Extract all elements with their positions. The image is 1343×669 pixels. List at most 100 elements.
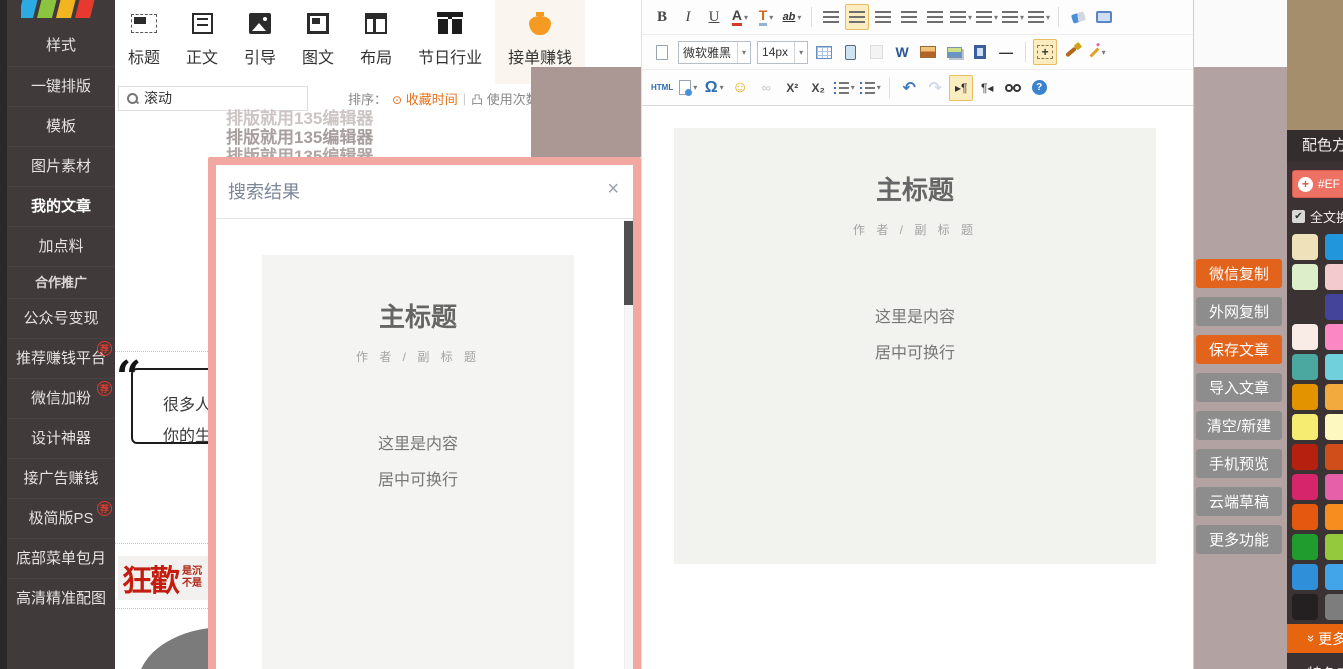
tab-layout[interactable]: 布局 (347, 0, 405, 85)
html-source-button[interactable]: HTML (650, 75, 674, 101)
unordered-list-button[interactable]: ▾ (858, 75, 882, 101)
color-swatch[interactable] (1325, 354, 1343, 380)
color-swatch[interactable] (1325, 264, 1343, 290)
scrollbar-thumb[interactable] (624, 221, 633, 305)
word-import-button[interactable]: W (890, 39, 914, 65)
sidebar-item-extras[interactable]: 加点料 (7, 226, 115, 266)
superscript-button[interactable]: X² (780, 75, 804, 101)
color-swatch[interactable] (1325, 564, 1343, 590)
color-swatch[interactable] (1292, 384, 1318, 410)
modal-scrollbar[interactable] (624, 220, 633, 669)
tab-title[interactable]: 标题 (115, 0, 173, 85)
page-properties-button[interactable]: ▾ (676, 75, 700, 101)
sidebar-item-mini-ps[interactable]: 极简版PS荐 (7, 498, 115, 538)
sidebar-item-partner-promo[interactable]: 合作推广 (7, 266, 115, 298)
sidebar-item-account-monetize[interactable]: 公众号变现 (7, 298, 115, 338)
color-swatch[interactable] (1292, 234, 1318, 260)
sidebar-item-design-tools[interactable]: 设计神器 (7, 418, 115, 458)
tab-guide[interactable]: 引导 (231, 0, 289, 85)
wechat-copy-button[interactable]: 微信复制 (1196, 259, 1282, 288)
sidebar-item-bottom-menu-monthly[interactable]: 底部菜单包月 (7, 538, 115, 578)
underline-button[interactable]: U (702, 4, 726, 30)
align-justify-button[interactable] (897, 4, 921, 30)
font-size-select[interactable]: 14px▾ (757, 41, 808, 64)
format-brush-button[interactable] (1059, 39, 1083, 65)
color-swatch[interactable] (1325, 414, 1343, 440)
text-bg-color-button[interactable]: T▾ (754, 4, 778, 30)
editor-style-card[interactable]: 主标题 作 者 / 副 标 题 这里是内容 居中可换行 (674, 128, 1156, 564)
mobile-preview-button[interactable]: 手机预览 (1196, 449, 1282, 478)
app-logo[interactable] (21, 0, 107, 20)
more-colors-button[interactable]: » 更多 (1287, 624, 1343, 653)
bold-button[interactable]: B (650, 4, 674, 30)
line-spacing-button[interactable]: ▾ (1001, 4, 1025, 30)
color-swatch[interactable] (1292, 414, 1318, 440)
insert-section-button[interactable]: + (1033, 39, 1057, 65)
save-article-button[interactable]: 保存文章 (1196, 335, 1282, 364)
horizontal-rule-button[interactable]: — (994, 39, 1018, 65)
color-swatch[interactable] (1292, 354, 1318, 380)
paste-word-button[interactable] (864, 39, 888, 65)
color-swatch[interactable] (1292, 594, 1318, 620)
more-functions-button[interactable]: 更多功能 (1196, 525, 1282, 554)
sidebar-item-hd-images[interactable]: 高清精准配图 (7, 578, 115, 618)
subscript-button[interactable]: X₂ (806, 75, 830, 101)
color-swatch[interactable] (1325, 294, 1343, 320)
tab-body[interactable]: 正文 (173, 0, 231, 85)
insert-link-button[interactable]: ∞ (754, 75, 778, 101)
sidebar-item-one-click-layout[interactable]: 一键排版 (7, 66, 115, 106)
sidebar-item-styles[interactable]: 样式 (7, 26, 115, 66)
ordered-list-button[interactable]: ▾ (832, 75, 856, 101)
color-swatch[interactable] (1325, 474, 1343, 500)
emoticon-button[interactable]: ☺ (728, 75, 752, 101)
color-swatch[interactable] (1325, 444, 1343, 470)
line-height-button[interactable]: ▾ (975, 4, 999, 30)
help-button[interactable]: ? (1027, 75, 1051, 101)
highlight-pen-button[interactable]: ab▾ (780, 4, 804, 30)
color-swatch[interactable] (1292, 264, 1318, 290)
fullscreen-button[interactable] (1092, 4, 1116, 30)
tab-festival[interactable]: 节日行业 (405, 0, 495, 85)
sort-by-favorite-time[interactable]: ⊙ 收藏时间 (392, 89, 458, 108)
checkbox-checked-icon[interactable]: ✔ (1292, 210, 1305, 223)
letter-spacing-button[interactable]: ▾ (1027, 4, 1051, 30)
close-icon[interactable]: × (607, 179, 619, 199)
color-swatch[interactable] (1292, 444, 1318, 470)
paragraph-spacing-button[interactable]: ▾ (949, 4, 973, 30)
color-swatch[interactable] (1292, 324, 1318, 350)
color-swatch[interactable] (1325, 504, 1343, 530)
sort-by-use-count[interactable]: 凸 使用次数 (471, 89, 539, 108)
color-swatch[interactable] (1325, 324, 1343, 350)
image-album-button[interactable] (942, 39, 966, 65)
first-line-indent-button[interactable]: ▸¶ (949, 75, 973, 101)
magic-wand-button[interactable]: ▾ (1085, 39, 1109, 65)
find-replace-button[interactable] (1001, 75, 1025, 101)
color-swatch[interactable] (1325, 534, 1343, 560)
import-article-button[interactable]: 导入文章 (1196, 373, 1282, 402)
sidebar-item-my-articles[interactable]: 我的文章 (7, 186, 115, 226)
italic-button[interactable]: I (676, 4, 700, 30)
align-center-button[interactable] (845, 4, 869, 30)
remove-first-line-indent-button[interactable]: ¶◂ (975, 75, 999, 101)
search-result-style-card[interactable]: 主标题 作 者 / 副 标 题 这里是内容 居中可换行 (262, 255, 574, 669)
eraser-format-button[interactable] (1066, 4, 1090, 30)
color-swatch[interactable] (1325, 234, 1343, 260)
sidebar-item-image-assets[interactable]: 图片素材 (7, 146, 115, 186)
sidebar-item-templates[interactable]: 模板 (7, 106, 115, 146)
indent-button[interactable] (923, 4, 947, 30)
add-color-button[interactable]: + #EF (1292, 170, 1343, 198)
insert-image-button[interactable] (916, 39, 940, 65)
color-swatch[interactable] (1292, 534, 1318, 560)
color-swatch[interactable] (1325, 384, 1343, 410)
insert-video-button[interactable] (968, 39, 992, 65)
sidebar-item-earn-platforms[interactable]: 推荐赚钱平台荐 (7, 338, 115, 378)
color-swatch[interactable] (1292, 564, 1318, 590)
style-search-input[interactable]: 滚动 (118, 86, 308, 111)
cloud-draft-button[interactable]: 云端草稿 (1196, 487, 1282, 516)
redo-button[interactable]: ↷ (923, 75, 947, 101)
clear-new-button[interactable]: 清空/新建 (1196, 411, 1282, 440)
tab-imgtext[interactable]: 图文 (289, 0, 347, 85)
mobile-sync-button[interactable] (838, 39, 862, 65)
sidebar-item-wechat-fans[interactable]: 微信加粉荐 (7, 378, 115, 418)
align-left-button[interactable] (819, 4, 843, 30)
